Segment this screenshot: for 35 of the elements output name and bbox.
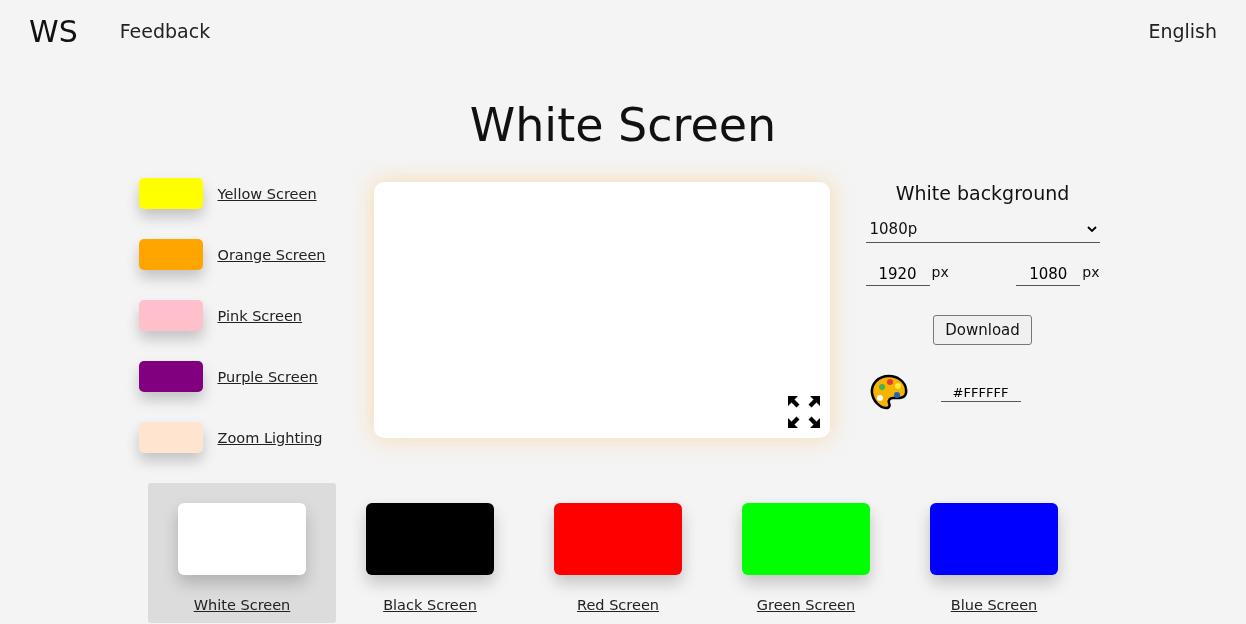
color-swatch[interactable] — [138, 422, 203, 453]
settings-heading: White background — [894, 182, 1071, 204]
screen-link[interactable]: Yellow Screen — [217, 185, 317, 202]
hex-color-field[interactable]: #FFFFFF — [940, 384, 1021, 402]
color-swatch[interactable] — [138, 300, 203, 331]
screen-link[interactable]: Green Screen — [756, 597, 856, 613]
site-logo[interactable]: WS — [29, 13, 78, 49]
color-swatch[interactable] — [930, 503, 1058, 575]
screen-link[interactable]: Zoom Lighting — [217, 429, 323, 446]
language-selector[interactable]: English — [1148, 20, 1217, 42]
width-field[interactable]: 1920 — [865, 264, 930, 286]
chevron-icon — [1086, 226, 1097, 232]
screen-link[interactable]: Pink Screen — [217, 307, 302, 324]
fullscreen-icon[interactable] — [786, 395, 821, 429]
nav-link[interactable]: Feedback — [119, 20, 211, 42]
screen-link[interactable]: Red Screen — [577, 597, 659, 613]
screen-link[interactable]: Black Screen — [383, 597, 477, 613]
download-button[interactable]: Download — [933, 315, 1032, 345]
color-swatch[interactable] — [742, 503, 870, 575]
height-field[interactable]: 1080 — [1016, 264, 1081, 286]
color-swatch[interactable] — [554, 503, 682, 575]
screen-link[interactable]: Purple Screen — [217, 368, 318, 385]
unit-label: px — [931, 264, 949, 280]
selected-screen-card[interactable]: White Screen — [148, 483, 336, 623]
color-swatch[interactable] — [138, 178, 203, 209]
resolution-dropdown[interactable]: 1080p — [865, 220, 1100, 243]
screen-link[interactable]: Orange Screen — [217, 246, 326, 263]
screen-link[interactable]: Blue Screen — [950, 597, 1038, 613]
color-swatch[interactable] — [138, 239, 203, 270]
screen-link[interactable]: White Screen — [193, 597, 291, 613]
unit-label: px — [1082, 264, 1100, 280]
color-swatch[interactable] — [366, 503, 494, 575]
page-title: White Screen — [468, 97, 778, 148]
color-swatch[interactable] — [178, 503, 306, 575]
color-swatch[interactable] — [138, 361, 203, 392]
